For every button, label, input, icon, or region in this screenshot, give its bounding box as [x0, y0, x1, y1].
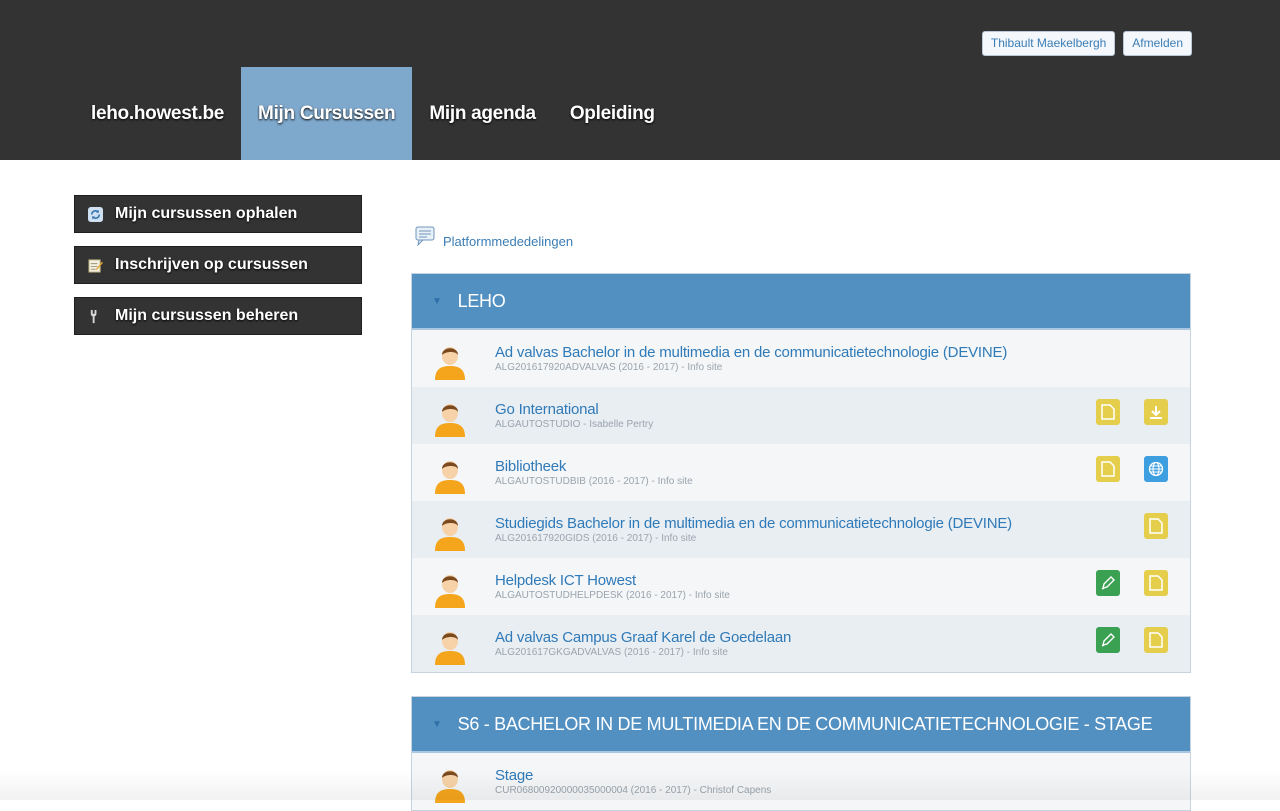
course-subtitle: ALG201617920ADVALVAS (2016 - 2017) - Inf…: [495, 362, 723, 373]
platform-announcements-link[interactable]: Platformmededelingen: [415, 226, 573, 249]
logout-button[interactable]: Afmelden: [1123, 31, 1192, 56]
document-icon[interactable]: [1096, 456, 1120, 482]
course-subtitle: ALG201617920GIDS (2016 - 2017) - Info si…: [495, 533, 697, 544]
manage-courses-label: Mijn cursussen beheren: [115, 307, 299, 324]
manage-courses-button[interactable]: Mijn cursussen beheren: [74, 297, 362, 335]
course-avatar-icon: [432, 765, 468, 803]
wrench-icon: [87, 308, 103, 324]
collapse-arrow-icon[interactable]: ▼: [432, 296, 442, 307]
nav-item-agenda[interactable]: Mijn agenda: [412, 67, 553, 160]
document-icon[interactable]: [1096, 399, 1120, 425]
course-avatar-icon: [432, 627, 468, 665]
course-title-link[interactable]: Go International: [495, 401, 653, 418]
course-title-link[interactable]: Ad valvas Campus Graaf Karel de Goedelaa…: [495, 629, 791, 646]
group-title: LEHO: [457, 290, 506, 311]
globe-icon[interactable]: [1144, 456, 1168, 482]
nav-item-education[interactable]: Opleiding: [553, 67, 672, 160]
course-row: Bibliotheek ALGAUTOSTUDBIB (2016 - 2017)…: [412, 444, 1190, 501]
sidebar: Mijn cursussen ophalen Inschrijven op cu…: [74, 195, 362, 348]
nav-item-home[interactable]: leho.howest.be: [74, 67, 241, 160]
course-subtitle: ALGAUTOSTUDIO - Isabelle Pertry: [495, 419, 654, 430]
course-avatar-icon: [432, 342, 468, 380]
course-avatar-icon: [432, 513, 468, 551]
download-icon[interactable]: [1144, 399, 1168, 425]
nav-item-my-courses[interactable]: Mijn Cursussen: [241, 67, 413, 160]
user-profile-button[interactable]: Thibault Maekelbergh: [981, 31, 1116, 56]
user-controls: Thibault Maekelbergh Afmelden: [981, 31, 1192, 56]
document-icon[interactable]: [1144, 513, 1168, 539]
fetch-courses-button[interactable]: Mijn cursussen ophalen: [74, 195, 362, 233]
course-subtitle: ALGAUTOSTUDHELPDESK (2016 - 2017) - Info…: [495, 590, 730, 601]
main-nav: leho.howest.be Mijn Cursussen Mijn agend…: [74, 67, 672, 160]
group-title: S6 - BACHELOR IN DE MULTIMEDIA EN DE COM…: [457, 713, 1153, 734]
course-row: Ad valvas Bachelor in de multimedia en d…: [412, 330, 1190, 387]
edit-pen-icon[interactable]: [1096, 570, 1120, 596]
course-avatar-icon: [432, 456, 468, 494]
course-avatar-icon: [432, 570, 468, 608]
enroll-courses-button[interactable]: Inschrijven op cursussen: [74, 246, 362, 284]
collapse-arrow-icon[interactable]: ▼: [432, 719, 442, 730]
course-title-link[interactable]: Studiegids Bachelor in de multimedia en …: [495, 515, 1012, 532]
course-subtitle: CUR0680092000003500000​4 (2016 - 2017) -…: [495, 785, 772, 796]
document-icon[interactable]: [1144, 570, 1168, 596]
course-avatar-icon: [432, 399, 468, 437]
enroll-courses-label: Inschrijven op cursussen: [115, 256, 308, 273]
refresh-icon: [87, 206, 103, 222]
course-title-link[interactable]: Helpdesk ICT Howest: [495, 572, 730, 589]
course-row: Stage CUR0680092000003500000​4 (2016 - 2…: [412, 753, 1190, 810]
top-bar: Thibault Maekelbergh Afmelden leho.howes…: [0, 0, 1280, 160]
course-subtitle: ALGAUTOSTUDBIB (2016 - 2017) - Info site: [495, 476, 693, 487]
notepad-pencil-icon: [87, 257, 103, 273]
course-title-link[interactable]: Bibliotheek: [495, 458, 693, 475]
course-subtitle: ALG201617GKGADVALVAS (2016 - 2017) - Inf…: [495, 647, 728, 658]
course-title-link[interactable]: Ad valvas Bachelor in de multimedia en d…: [495, 344, 1007, 361]
course-row: Studiegids Bachelor in de multimedia en …: [412, 501, 1190, 558]
course-group-s6-stage: ▼ S6 - BACHELOR IN DE MULTIMEDIA EN DE C…: [411, 696, 1191, 811]
fetch-courses-label: Mijn cursussen ophalen: [115, 205, 298, 222]
platform-announcements-label: Platformmededelingen: [443, 234, 574, 249]
speech-bubble-icon: [415, 226, 435, 249]
group-header[interactable]: ▼ S6 - BACHELOR IN DE MULTIMEDIA EN DE C…: [412, 697, 1190, 753]
course-row: Helpdesk ICT Howest ALGAUTOSTUDHELPDESK …: [412, 558, 1190, 615]
document-icon[interactable]: [1144, 627, 1168, 653]
group-header[interactable]: ▼ LEHO: [412, 274, 1190, 330]
course-title-link[interactable]: Stage: [495, 767, 771, 784]
course-row: Ad valvas Campus Graaf Karel de Goedelaa…: [412, 615, 1190, 672]
course-row: Go International ALGAUTOSTUDIO - Isabell…: [412, 387, 1190, 444]
edit-pen-icon[interactable]: [1096, 627, 1120, 653]
course-group-leho: ▼ LEHO Ad valvas Bachelor in de multimed…: [411, 273, 1191, 673]
